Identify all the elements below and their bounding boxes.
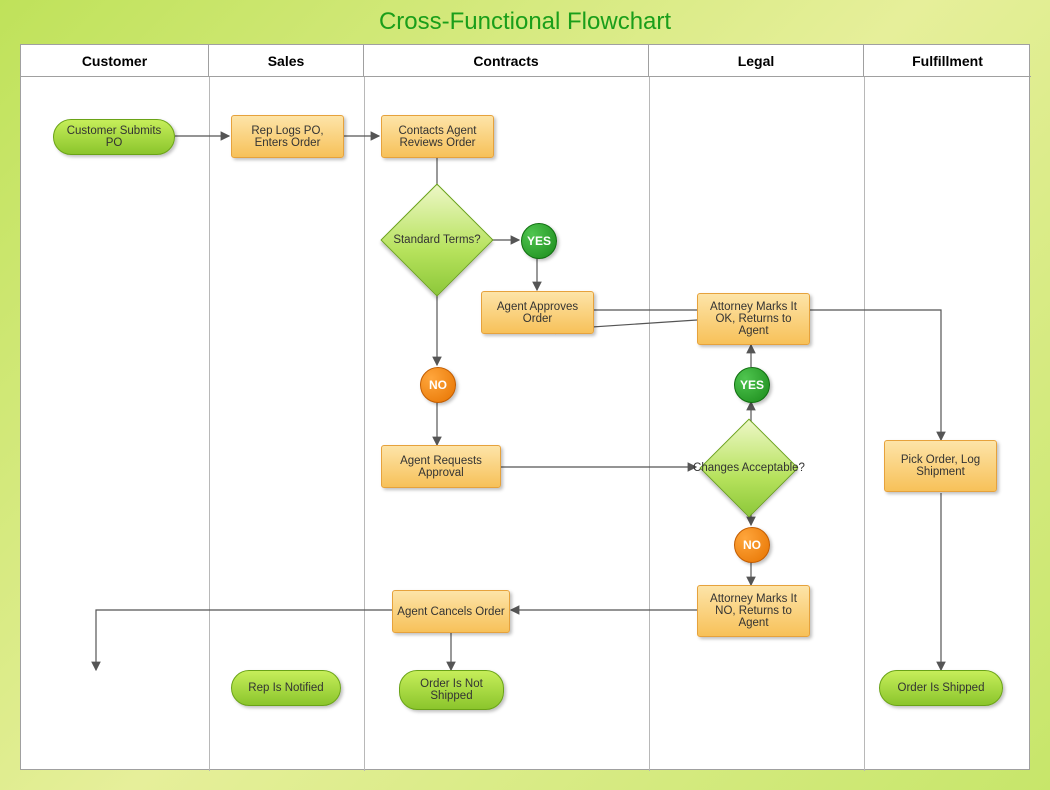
lane-divider [864,77,865,771]
decision-standard-terms: Standard Terms? [397,200,477,280]
no-circle-2: NO [734,527,770,563]
process-agent-requests: Agent Requests Approval [381,445,501,488]
yes-circle-2: YES [734,367,770,403]
swimlane-page: Customer Sales Contracts Legal Fulfillme… [20,44,1030,770]
lane-divider [649,77,650,771]
terminator-rep-notified: Rep Is Notified [231,670,341,706]
process-agent-cancels: Agent Cancels Order [392,590,510,633]
terminator-order-shipped: Order Is Shipped [879,670,1003,706]
process-agent-approves: Agent Approves Order [481,291,594,334]
decision-label: Changes Acceptable? [693,433,805,503]
lane-divider [364,77,365,771]
terminator-not-shipped: Order Is Not Shipped [399,670,504,710]
terminator-customer-submits: Customer Submits PO [53,119,175,155]
decision-changes-acceptable: Changes Acceptable? [714,433,784,503]
process-attorney-no: Attorney Marks It NO, Returns to Agent [697,585,810,637]
no-circle: NO [420,367,456,403]
process-rep-logs: Rep Logs PO, Enters Order [231,115,344,158]
process-contacts-agent: Contacts Agent Reviews Order [381,115,494,158]
lane-header-fulfillment: Fulfillment [864,45,1031,77]
yes-circle: YES [521,223,557,259]
lane-header-legal: Legal [649,45,864,77]
process-pick-order: Pick Order, Log Shipment [884,440,997,492]
lane-header-sales: Sales [209,45,364,77]
flow-edges [21,45,1031,771]
decision-label: Standard Terms? [381,200,493,280]
chart-title: Cross-Functional Flowchart [0,8,1050,36]
process-attorney-ok: Attorney Marks It OK, Returns to Agent [697,293,810,345]
lane-header-contracts: Contracts [364,45,649,77]
lane-header-customer: Customer [21,45,209,77]
lane-divider [209,77,210,771]
